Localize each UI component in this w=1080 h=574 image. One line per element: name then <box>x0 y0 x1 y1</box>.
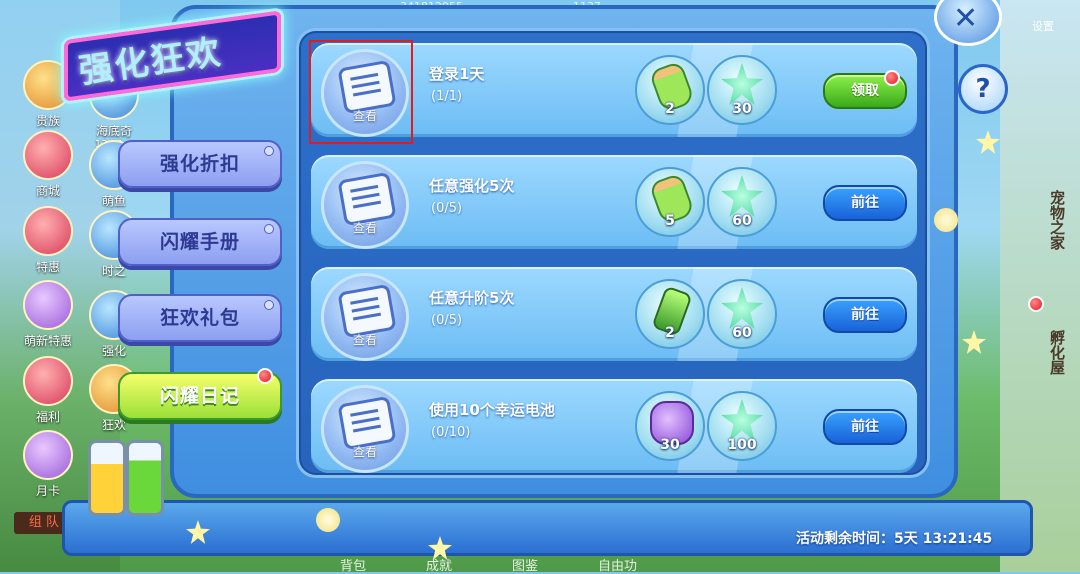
view-label: 查看 <box>352 221 377 235</box>
feature-label: 福利 <box>35 410 60 424</box>
task-row: 查看 使用10个幸运电池 (0/10) 30 100 前往 <box>311 379 917 473</box>
star-icon <box>721 175 763 217</box>
pet-home-notice-dot <box>1028 296 1044 312</box>
reward-item[interactable]: 30 <box>707 55 777 125</box>
reward-item[interactable]: 30 <box>635 391 705 461</box>
feature-label: 特惠 <box>35 260 60 274</box>
feature-label: 强化 <box>101 344 126 358</box>
feature-icon <box>23 430 73 480</box>
help-button[interactable]: ? <box>958 64 1008 114</box>
reward-item[interactable]: 100 <box>707 391 777 461</box>
pet-home-label[interactable]: 宠物之家 <box>1042 190 1068 250</box>
task-thumbnail[interactable]: 查看 <box>321 161 409 249</box>
feature-label: 萌新特惠 <box>23 334 72 348</box>
feature-label: 萌鱼 <box>101 194 126 208</box>
reward-quantity: 60 <box>732 213 752 229</box>
feature-label: 贵族 <box>35 114 60 128</box>
star-icon <box>721 63 763 105</box>
task-progress: (0/10) <box>431 425 471 440</box>
star-light-icon <box>976 130 1000 154</box>
reward-quantity: 60 <box>732 325 752 341</box>
bottom-nav-collection[interactable]: 图鉴 <box>512 555 538 574</box>
feature-label: 商城 <box>35 184 60 198</box>
task-title: 任意强化5次 <box>429 177 515 195</box>
bottom-nav-extra[interactable]: 自由功 <box>598 555 637 574</box>
tab-shine-diary-notice-dot <box>257 368 273 384</box>
task-row: 查看 任意强化5次 (0/5) 5 60 前往 <box>311 155 917 249</box>
tab-enhance-discount[interactable]: 强化折扣 <box>118 140 282 188</box>
feature-icon <box>23 130 73 180</box>
yellow-battery-icon <box>88 440 126 516</box>
task-title: 登录1天 <box>429 65 485 83</box>
view-label: 查看 <box>352 333 377 347</box>
tab-label: 闪耀手册 <box>159 231 240 253</box>
reward-item[interactable]: 2 <box>635 55 705 125</box>
view-label: 查看 <box>352 445 377 459</box>
event-remaining-time: 活动剩余时间：5天 13:21:45 <box>796 531 993 547</box>
reward-item[interactable]: 60 <box>707 167 777 237</box>
task-thumbnail[interactable]: 查看 <box>321 273 409 361</box>
reward-item[interactable]: 60 <box>707 279 777 349</box>
task-progress: (1/1) <box>431 89 463 104</box>
goto-button[interactable]: 前往 <box>823 297 907 333</box>
bottom-nav: 背包 成就 图鉴 自由功 <box>340 555 740 574</box>
reward-item[interactable]: 5 <box>635 167 705 237</box>
feature-icon <box>23 280 73 330</box>
help-icon: ? <box>975 74 991 104</box>
goto-button[interactable]: 前往 <box>823 409 907 445</box>
tab-indicator-dot <box>264 224 274 234</box>
hatch-house-label[interactable]: 孵化屋 <box>1042 330 1068 375</box>
bulb-light-icon <box>316 508 340 532</box>
bottom-nav-achievement[interactable]: 成就 <box>426 555 452 574</box>
green-battery-icon <box>126 440 164 516</box>
task-row: 查看 任意升阶5次 (0/5) 2 60 前往 <box>311 267 917 361</box>
feature-label: 海底奇 <box>95 124 132 138</box>
star-light-icon <box>962 330 986 354</box>
settings-label: 设置 <box>1032 20 1054 33</box>
bottom-nav-bag[interactable]: 背包 <box>340 555 366 574</box>
reward-quantity: 30 <box>732 101 752 117</box>
tab-indicator-dot <box>264 146 274 156</box>
feature-label: 月卡 <box>35 484 60 498</box>
star-icon <box>721 287 763 329</box>
reward-item[interactable]: 2 <box>635 279 705 349</box>
reward-quantity: 2 <box>665 325 675 341</box>
task-thumbnail[interactable]: 查看 <box>321 385 409 473</box>
reward-quantity: 2 <box>665 101 675 117</box>
left-icon-item[interactable]: 特惠 <box>18 206 78 275</box>
reward-quantity: 5 <box>665 213 675 229</box>
tab-label: 强化折扣 <box>159 153 240 175</box>
feature-icon <box>23 356 73 406</box>
battery-decoration <box>88 440 168 516</box>
left-icon-item[interactable]: 萌新特惠 <box>18 280 78 349</box>
reward-quantity: 30 <box>660 437 680 453</box>
claim-notice-dot <box>884 70 900 86</box>
tab-indicator-dot <box>264 300 274 310</box>
left-icon-item[interactable]: 商城 <box>18 130 78 199</box>
task-title: 任意升阶5次 <box>429 289 515 307</box>
left-icon-item[interactable]: 月卡 <box>18 430 78 499</box>
bulb-light-icon <box>934 208 958 232</box>
feature-icon <box>23 206 73 256</box>
left-icon-item[interactable]: 福利 <box>18 356 78 425</box>
reward-quantity: 100 <box>727 437 757 453</box>
close-icon: ✕ <box>953 1 979 36</box>
tab-label: 闪耀日记 <box>159 385 240 407</box>
right-scenery: 设置 宠物之家 孵化屋 <box>1000 0 1080 572</box>
tab-carnival-pack[interactable]: 狂欢礼包 <box>118 294 282 342</box>
task-title: 使用10个幸运电池 <box>429 401 555 419</box>
highlight-box <box>309 40 413 144</box>
tab-label: 狂欢礼包 <box>159 307 240 329</box>
event-title-badge: 强化狂欢 <box>60 6 285 106</box>
task-progress: (0/5) <box>431 201 463 216</box>
goto-button[interactable]: 前往 <box>823 185 907 221</box>
settings-button[interactable]: 设置 <box>1016 0 1070 33</box>
tab-shine-handbook[interactable]: 闪耀手册 <box>118 218 282 266</box>
star-icon <box>721 399 763 441</box>
task-progress: (0/5) <box>431 313 463 328</box>
